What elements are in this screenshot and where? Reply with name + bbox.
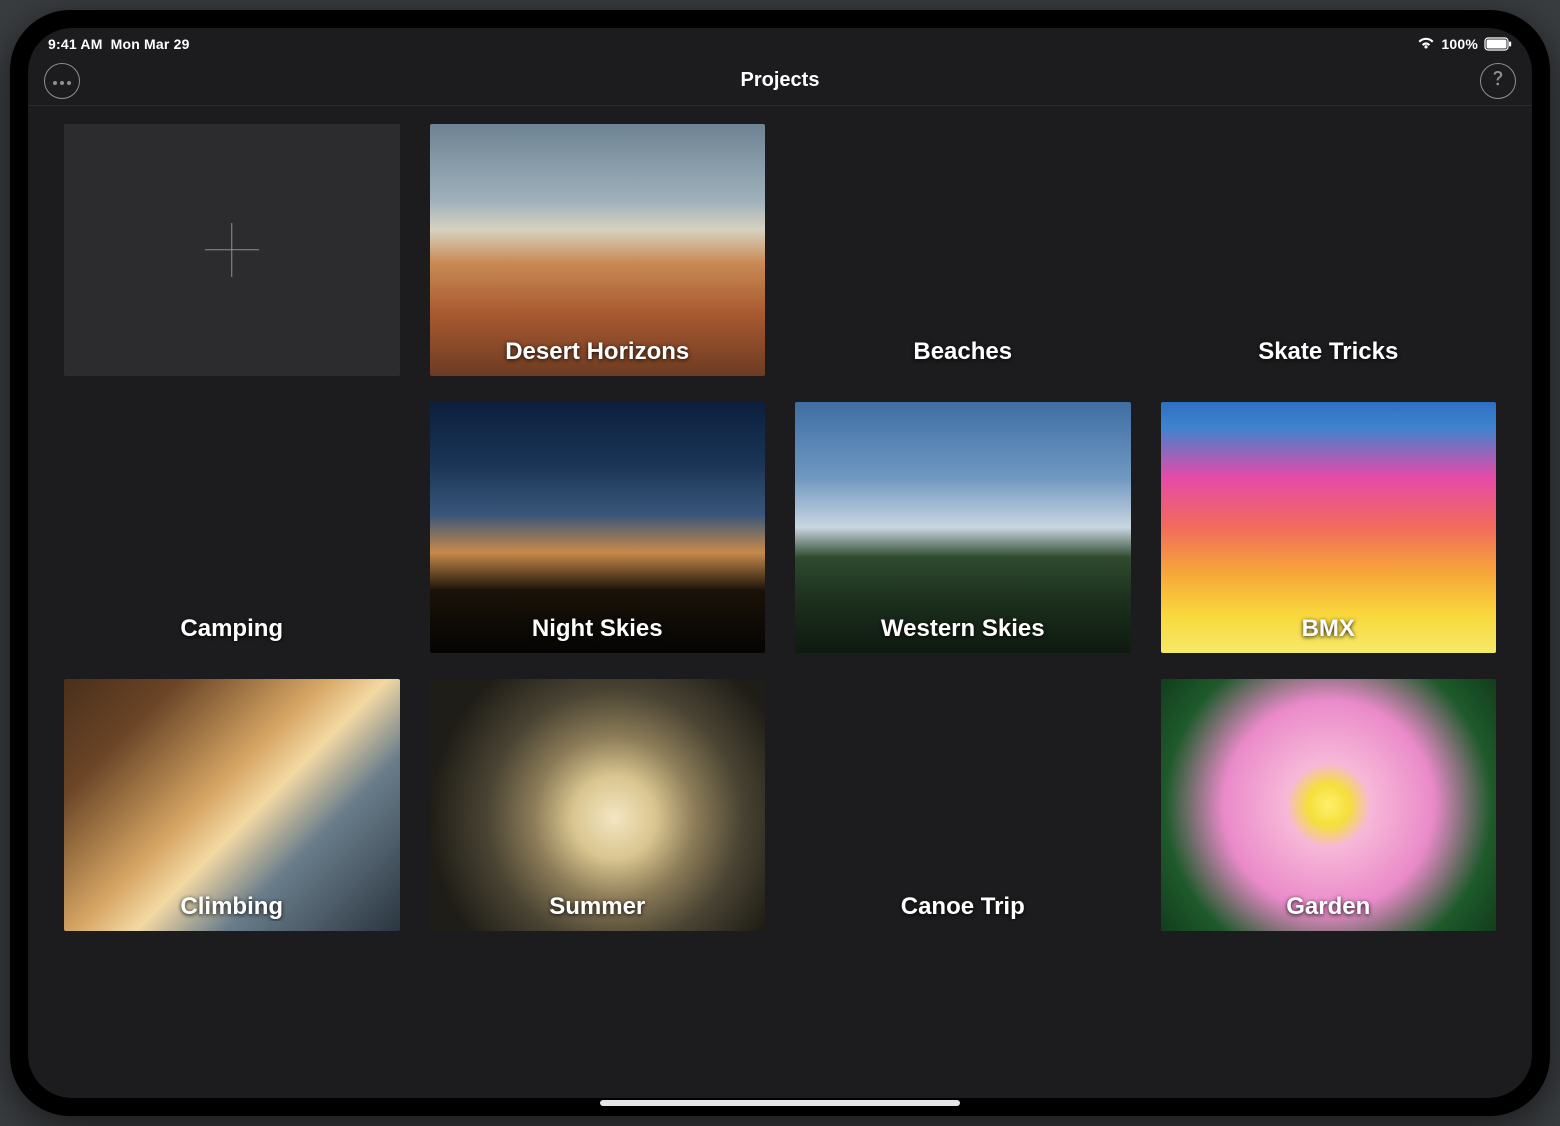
project-label: Climbing bbox=[64, 893, 400, 921]
project-label: Desert Horizons bbox=[430, 338, 766, 366]
project-label: Western Skies bbox=[795, 615, 1131, 643]
project-tile[interactable]: BMX bbox=[1161, 402, 1497, 654]
status-bar: 9:41 AM Mon Mar 29 100% bbox=[28, 28, 1532, 56]
ipad-device-frame: 9:41 AM Mon Mar 29 100% Projects bbox=[10, 10, 1550, 1116]
project-tile[interactable]: Climbing bbox=[64, 679, 400, 931]
plus-icon bbox=[205, 223, 259, 277]
project-label: Canoe Trip bbox=[795, 893, 1131, 921]
new-project-tile[interactable] bbox=[64, 124, 400, 376]
projects-grid: Desert Horizons Beaches Skate Tricks Cam… bbox=[64, 124, 1496, 931]
nav-bar: Projects bbox=[28, 56, 1532, 106]
project-tile[interactable]: Desert Horizons bbox=[430, 124, 766, 376]
more-button[interactable] bbox=[44, 63, 80, 99]
project-label: Summer bbox=[430, 893, 766, 921]
project-tile[interactable]: Beaches bbox=[795, 124, 1131, 376]
status-time: 9:41 AM bbox=[48, 36, 103, 52]
project-label: Garden bbox=[1161, 893, 1497, 921]
question-icon bbox=[1493, 71, 1503, 90]
project-tile[interactable]: Summer bbox=[430, 679, 766, 931]
status-date: Mon Mar 29 bbox=[111, 36, 190, 52]
project-tile[interactable]: Night Skies bbox=[430, 402, 766, 654]
screen: 9:41 AM Mon Mar 29 100% Projects bbox=[28, 28, 1532, 1098]
project-label: BMX bbox=[1161, 615, 1497, 643]
project-label: Skate Tricks bbox=[1161, 338, 1497, 366]
project-tile[interactable]: Canoe Trip bbox=[795, 679, 1131, 931]
battery-icon bbox=[1484, 37, 1512, 51]
wifi-icon bbox=[1417, 36, 1435, 53]
project-label: Beaches bbox=[795, 338, 1131, 366]
project-tile[interactable]: Western Skies bbox=[795, 402, 1131, 654]
help-button[interactable] bbox=[1480, 63, 1516, 99]
project-label: Night Skies bbox=[430, 615, 766, 643]
project-tile[interactable]: Skate Tricks bbox=[1161, 124, 1497, 376]
project-tile[interactable]: Garden bbox=[1161, 679, 1497, 931]
battery-percentage: 100% bbox=[1441, 36, 1478, 52]
project-label: Camping bbox=[64, 615, 400, 643]
project-tile[interactable]: Camping bbox=[64, 402, 400, 654]
projects-grid-scroll[interactable]: Desert Horizons Beaches Skate Tricks Cam… bbox=[28, 106, 1532, 1098]
page-title: Projects bbox=[80, 69, 1480, 92]
ellipsis-icon bbox=[53, 73, 71, 88]
